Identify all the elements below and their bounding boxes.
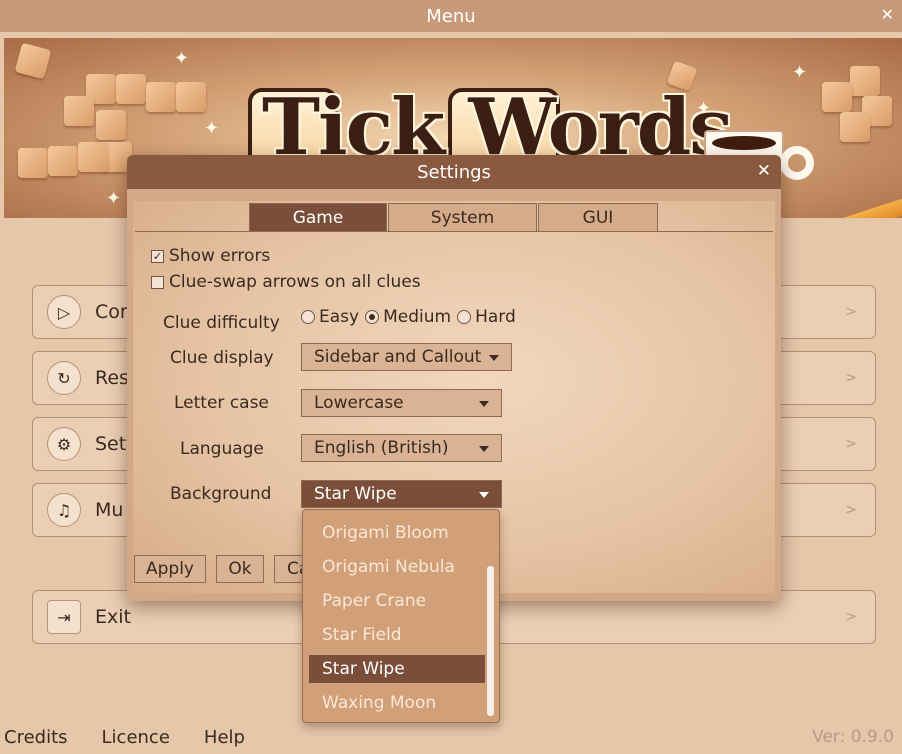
chevron-right-icon: >: [845, 436, 857, 452]
background-select[interactable]: Star Wipe: [301, 480, 502, 508]
letter-tile-icon: [146, 82, 176, 112]
apply-button[interactable]: Apply: [134, 555, 206, 583]
tab-game[interactable]: Game: [249, 203, 387, 231]
sparkle-icon: ✦: [106, 188, 122, 209]
ok-button[interactable]: Ok: [216, 555, 264, 583]
show-errors-label: Show errors: [169, 246, 271, 266]
chevron-right-icon: >: [845, 609, 857, 625]
footer-bar: Credits Licence Help Ver: 0.9.0: [0, 720, 902, 754]
language-label: Language: [180, 439, 264, 459]
letter-tile-icon: [14, 42, 52, 80]
chevron-down-icon: [479, 401, 489, 407]
tab-gui[interactable]: GUI: [538, 203, 658, 231]
tab-system[interactable]: System: [388, 203, 537, 231]
radio-medium-label: Medium: [383, 307, 452, 327]
letter-tile-icon: [48, 146, 78, 176]
letter-tile-icon: [96, 110, 126, 140]
cup-handle-icon: [780, 146, 814, 180]
settings-title: Settings: [417, 161, 491, 183]
menu-item-label: Mu: [95, 499, 124, 521]
clue-display-label: Clue display: [170, 348, 274, 368]
radio-easy[interactable]: Easy: [301, 307, 359, 327]
clue-display-value: Sidebar and Callout: [314, 347, 482, 367]
radio-medium[interactable]: Medium: [365, 307, 451, 327]
chevron-right-icon: >: [845, 502, 857, 518]
background-dropdown-list: Origami Bloom Origami Nebula Paper Crane…: [302, 509, 500, 723]
dropdown-option[interactable]: Paper Crane: [309, 587, 485, 615]
letter-tile-icon: [850, 66, 880, 96]
sparkle-icon: ✦: [174, 48, 190, 69]
letter-tile-icon: [78, 142, 108, 172]
dropdown-option-selected[interactable]: Star Wipe: [309, 655, 485, 683]
radio-selected-icon[interactable]: [365, 310, 380, 324]
radio-icon[interactable]: [457, 310, 472, 324]
exit-icon: ⇥: [47, 600, 81, 634]
version-label: Ver: 0.9.0: [812, 727, 894, 747]
checkbox-unchecked-icon[interactable]: [151, 275, 164, 289]
letter-tile-icon: [18, 148, 48, 178]
radio-hard[interactable]: Hard: [457, 307, 516, 327]
pencil-icon: [774, 196, 902, 218]
clue-display-select[interactable]: Sidebar and Callout: [301, 343, 512, 371]
letter-tile-icon: [176, 82, 206, 112]
menu-item-label: Res: [95, 367, 129, 389]
clue-difficulty-radio-group: Easy Medium Hard: [301, 307, 522, 327]
letter-case-label: Letter case: [174, 393, 269, 413]
letter-tile-icon: [822, 82, 852, 112]
sparkle-icon: ✦: [696, 98, 712, 119]
gear-icon: ⚙: [47, 427, 81, 461]
sparkle-icon: ✦: [792, 62, 808, 83]
letter-tile-icon: [840, 112, 870, 142]
chevron-down-icon: [479, 492, 489, 498]
close-icon[interactable]: ✕: [757, 161, 771, 181]
main-close-icon[interactable]: ✕: [881, 5, 894, 24]
chevron-down-icon: [479, 446, 489, 452]
clue-swap-checkbox[interactable]: Clue-swap arrows on all clues: [151, 272, 421, 292]
licence-link[interactable]: Licence: [102, 727, 170, 748]
help-link[interactable]: Help: [204, 727, 245, 748]
language-value: English (British): [314, 438, 449, 458]
letter-tile-icon: [64, 96, 94, 126]
clue-difficulty-label: Clue difficulty: [163, 313, 280, 333]
menu-item-label: Exit: [95, 606, 131, 628]
dropdown-option[interactable]: Origami Bloom: [309, 519, 485, 547]
letter-case-value: Lowercase: [314, 393, 404, 413]
show-errors-checkbox[interactable]: ✓ Show errors: [151, 246, 270, 266]
dropdown-option[interactable]: Waxing Moon: [309, 689, 485, 717]
dropdown-scrollbar[interactable]: [487, 566, 494, 716]
tab-divider: [135, 231, 773, 232]
main-window-titlebar: Menu ✕: [0, 0, 902, 32]
play-icon: ▷: [47, 295, 81, 329]
chevron-right-icon: >: [845, 304, 857, 320]
radio-hard-label: Hard: [475, 307, 516, 327]
restart-icon: ↻: [47, 361, 81, 395]
credits-link[interactable]: Credits: [4, 727, 68, 748]
letter-case-select[interactable]: Lowercase: [301, 389, 502, 417]
language-select[interactable]: English (British): [301, 434, 502, 462]
letter-tile-icon: [116, 74, 146, 104]
settings-titlebar: Settings ✕: [127, 155, 781, 189]
music-icon: ♫: [47, 493, 81, 527]
radio-icon[interactable]: [301, 310, 315, 324]
background-value: Star Wipe: [314, 484, 397, 504]
checkbox-checked-icon[interactable]: ✓: [151, 249, 164, 263]
chevron-down-icon: [489, 355, 499, 361]
dropdown-option[interactable]: Origami Nebula: [309, 553, 485, 581]
sparkle-icon: ✦: [204, 118, 220, 139]
dropdown-option[interactable]: Star Field: [309, 621, 485, 649]
chevron-right-icon: >: [845, 370, 857, 386]
main-window-title: Menu: [426, 5, 476, 27]
clue-swap-label: Clue-swap arrows on all clues: [169, 272, 421, 292]
radio-easy-label: Easy: [319, 307, 360, 327]
background-label: Background: [170, 484, 272, 504]
